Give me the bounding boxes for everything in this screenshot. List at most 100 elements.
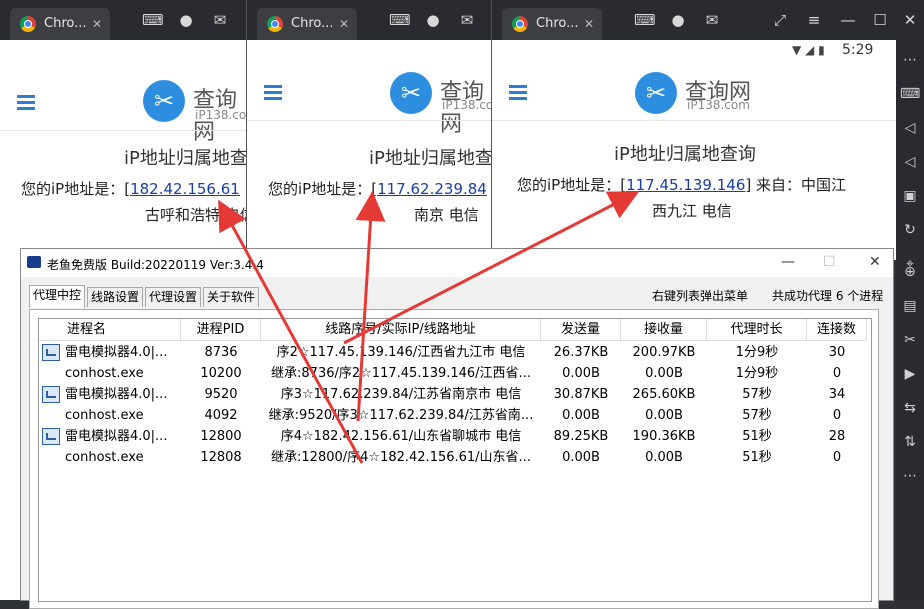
tab-line-settings[interactable]: 线路设置 [87,287,144,307]
divider [492,120,924,121]
table-row[interactable]: conhost.exe 4092 继承:9520/序3☆117.62.239.84/… [39,405,871,426]
cell-conn: 30 [828,345,846,360]
tab-label: Chro... [291,16,334,31]
gamepad-icon[interactable]: ⌨ [142,12,164,28]
emulator-window-2: Chro... ✕ ⌨ ● ✉ ✂ 查询网 iP138.com iP地址归属地查… [246,0,497,260]
ip-location: 西九江 电信 [652,202,732,220]
rotate-icon[interactable]: ↻ [900,220,920,240]
site-sub: iP138.com [195,108,250,122]
col-header-connections[interactable]: 连接数 [807,319,867,341]
cell-line: 继承:8736/序2☆117.45.139.146/江西省... [271,366,531,381]
cell-pid: 9520 [204,387,238,402]
apk-icon[interactable]: ▤ [900,296,920,316]
volume-up-icon[interactable]: ◁ [900,118,920,138]
keyboard-icon[interactable]: ⌨ [900,84,920,104]
menu-icon[interactable] [17,95,35,111]
cell-recv: 200.97KB [632,345,696,360]
minimize-icon[interactable]: — [781,254,795,270]
record-icon[interactable]: ▶ [900,364,920,384]
app-title: 老鱼免费版 Build:20220119 Ver:3.4.4 [47,258,264,272]
browser-tab[interactable]: Chro... ✕ [257,8,357,40]
table-row[interactable]: 雷电模拟器4.0|... 12800 序4☆182.42.156.61/山东省聊城市… [39,426,871,447]
status-icons: ▼ ◢ ▮ [792,43,825,57]
cell-line: 继承:12800/序4☆182.42.156.61/山东省... [271,450,531,465]
table-row[interactable]: conhost.exe 12808 继承:12800/序4☆182.42.156.6… [39,447,871,468]
col-header-duration[interactable]: 代理时长 [707,319,807,341]
status-time: 5:29 [842,42,874,58]
user-icon[interactable]: ● [668,12,688,28]
tab-proxy-settings[interactable]: 代理设置 [145,287,202,307]
menu-icon[interactable] [264,85,282,101]
page-heading: iP地址归属地查 [124,148,248,169]
cell-line: 继承:9520/序3☆117.62.239.84/江苏省南... [268,408,534,423]
col-header-sent[interactable]: 发送量 [541,319,621,341]
screenshot-icon[interactable]: ▣ [900,186,920,206]
maximize-icon[interactable]: ☐ [870,12,890,28]
tab-about[interactable]: 关于软件 [203,287,260,307]
cell-sent: 30.87KB [553,387,609,402]
mail-icon[interactable]: ✉ [210,12,230,28]
gamepad-icon[interactable]: ⌨ [389,12,411,28]
cell-sent: 0.00B [562,450,600,465]
volume-down-icon[interactable]: ◁ [900,152,920,172]
table-row[interactable]: conhost.exe 10200 继承:8736/序2☆117.45.139.14… [39,363,871,384]
divider [0,130,250,131]
minimize-icon[interactable]: — [838,12,858,28]
menu-icon[interactable] [509,85,527,101]
browser-tab[interactable]: Chro... ✕ [502,8,602,40]
close-icon[interactable]: ✕ [900,12,920,28]
cell-dur: 51秒 [742,450,772,465]
sync-icon[interactable]: ⇅ [900,432,920,452]
gamepad-icon[interactable]: ⌨ [634,12,656,28]
tab-label: Chro... [536,16,579,31]
add-icon[interactable]: ⊕ [900,262,920,282]
ip-link[interactable]: 182.42.156.61 [130,180,240,198]
site-sub: iP138.com [687,98,750,112]
process-table[interactable]: 进程名 进程PID 线路序号/实际IP/线路地址 发送量 接收量 代理时长 连接… [38,318,872,602]
table-row[interactable]: 雷电模拟器4.0|... 8736 序2☆117.45.139.146/江西省九江市… [39,342,871,363]
ip-link[interactable]: 117.45.139.146 [626,176,745,194]
cell-pid: 12800 [200,429,242,444]
cell-name: conhost.exe [65,450,144,465]
col-header-pid[interactable]: 进程PID [181,319,261,341]
ip-location: 南京 电信 [414,206,479,224]
more-icon[interactable]: ⋯ [900,50,920,70]
cell-line: 序2☆117.45.139.146/江西省九江市 电信 [276,345,526,360]
browser-tab[interactable]: Chro... ✕ [10,8,110,40]
maximize-icon[interactable]: ☐ [823,254,836,270]
divider [247,120,497,121]
col-header-recv[interactable]: 接收量 [621,319,707,341]
proxy-summary: 共成功代理 6 个进程 [772,289,884,303]
cell-conn: 34 [828,387,846,402]
cell-name: conhost.exe [65,408,144,423]
cell-pid: 12808 [200,450,242,465]
close-icon[interactable]: ✕ [869,254,881,270]
cell-dur: 57秒 [742,387,772,402]
tab-proxy-control[interactable]: 代理中控 [29,285,86,308]
cell-name: 雷电模拟器4.0|... [65,345,168,360]
cell-conn: 0 [832,408,842,423]
menu-lines-icon[interactable]: ≡ [804,12,824,28]
cut-icon[interactable]: ✂ [900,330,920,350]
more-dots-icon[interactable]: ⋯ [900,466,920,486]
user-icon[interactable]: ● [423,12,443,28]
ip-link[interactable]: 117.62.239.84 [377,180,487,198]
cell-recv: 0.00B [645,408,683,423]
col-header-name[interactable]: 进程名 [39,319,181,341]
cell-dur: 1分9秒 [735,345,779,360]
cell-recv: 190.36KB [632,429,696,444]
close-tab-icon[interactable]: ✕ [584,8,594,40]
user-icon[interactable]: ● [176,12,196,28]
close-tab-icon[interactable]: ✕ [339,8,349,40]
expand-icon[interactable]: ⤢ [770,12,790,28]
share-icon[interactable]: ⇆ [900,398,920,418]
table-row[interactable]: 雷电模拟器4.0|... 9520 序3☆117.62.239.84/江苏省南京市 … [39,384,871,405]
col-header-line[interactable]: 线路序号/实际IP/线路地址 [261,319,541,341]
ip-prefix: 您的iP地址是：[ [517,176,627,194]
mail-icon[interactable]: ✉ [457,12,477,28]
page-heading: iP地址归属地查询 [614,144,756,165]
mail-icon[interactable]: ✉ [702,12,722,28]
close-tab-icon[interactable]: ✕ [92,8,102,40]
cell-conn: 0 [832,450,842,465]
cell-dur: 51秒 [742,429,772,444]
